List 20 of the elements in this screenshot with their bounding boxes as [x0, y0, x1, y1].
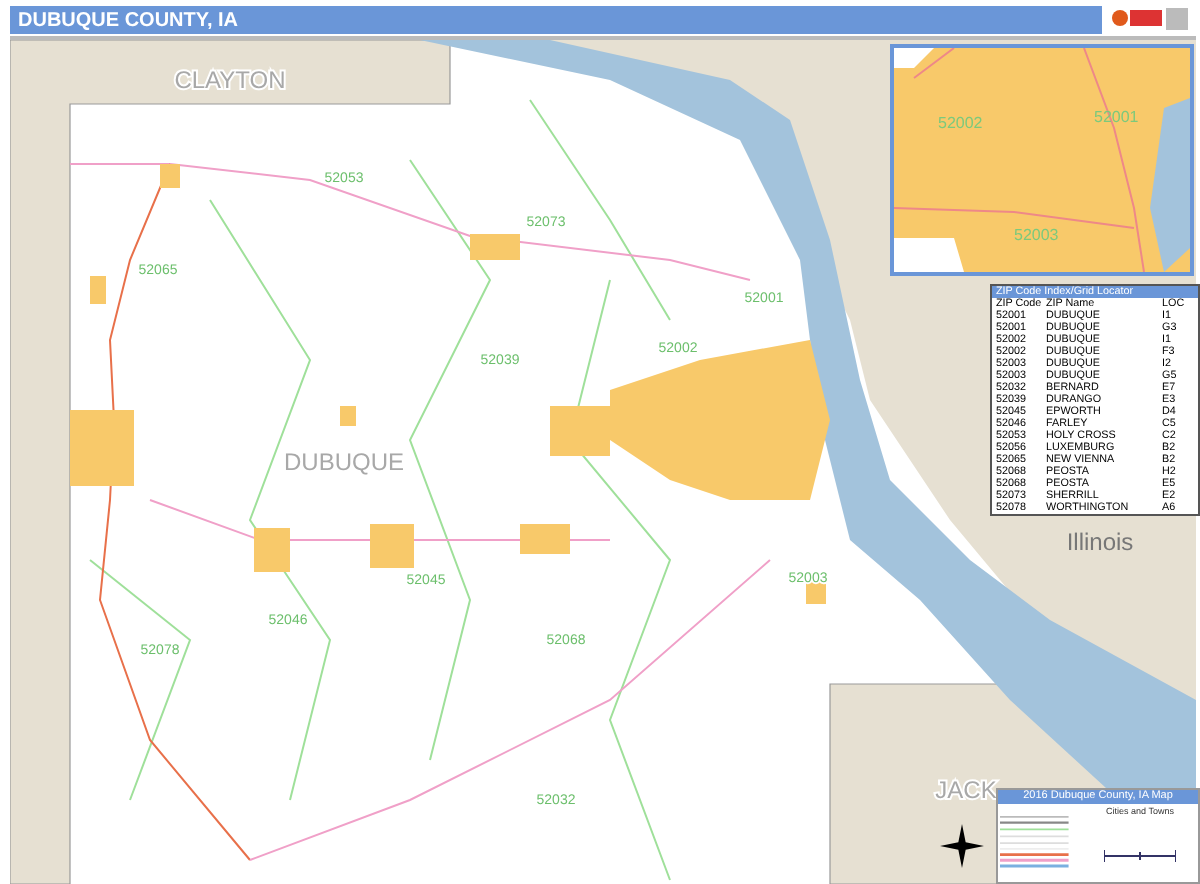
town-area: [520, 524, 570, 554]
town-area: [550, 406, 610, 456]
zip-code-label: 52001: [1094, 108, 1139, 126]
town-area: [340, 406, 356, 426]
county-name: JACK: [935, 776, 997, 804]
county-name: CLAYTON: [174, 66, 286, 94]
map-title: DUBUQUE COUNTY, IA: [18, 9, 239, 31]
compass-rose-icon: [940, 824, 984, 868]
town-area: [70, 410, 134, 486]
state-name: Illinois: [1066, 528, 1134, 556]
zip-code-label: 52002: [938, 114, 983, 132]
town-area: [254, 528, 290, 572]
town-area: [90, 276, 106, 304]
town-area: [370, 524, 414, 568]
scale-bar-icon: [1104, 848, 1176, 864]
county-name: DUBUQUE: [284, 448, 404, 476]
town-area: [806, 580, 826, 604]
town-area: [470, 234, 520, 260]
zip-code-label: 52003: [1014, 226, 1059, 244]
town-area: [160, 164, 180, 188]
